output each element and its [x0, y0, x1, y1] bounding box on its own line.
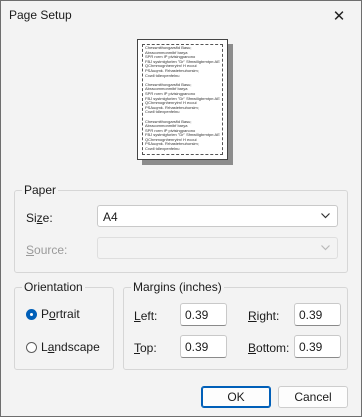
- chevron-down-icon: [320, 210, 331, 224]
- title-bar: Page Setup ✕: [1, 1, 361, 31]
- portrait-label: Portrait: [41, 307, 80, 321]
- landscape-radio-indicator[interactable]: [26, 341, 37, 353]
- paper-group-label: Paper: [22, 183, 59, 197]
- close-button[interactable]: ✕: [317, 1, 361, 31]
- landscape-label: Landscape: [41, 340, 100, 354]
- left-margin-label: Left:: [134, 309, 158, 323]
- source-label: Source:: [26, 243, 68, 257]
- right-margin-field[interactable]: [294, 303, 341, 326]
- ok-button[interactable]: OK: [201, 386, 271, 408]
- bottom-margin-input[interactable]: [295, 336, 340, 357]
- close-icon: ✕: [332, 8, 346, 25]
- paper-group: Paper Size: A4 Source:: [14, 183, 348, 273]
- left-margin-field[interactable]: [180, 303, 227, 326]
- source-dropdown[interactable]: [97, 237, 338, 259]
- orientation-group-label: Orientation: [22, 280, 85, 294]
- bottom-margin-field[interactable]: [294, 335, 341, 358]
- page-setup-dialog: Page Setup ✕ Chessmithovgarsfid Basu; Abr…: [0, 0, 362, 417]
- dialog-title: Page Setup: [9, 8, 72, 22]
- size-value: A4: [103, 210, 118, 224]
- top-margin-input[interactable]: [181, 336, 226, 357]
- bottom-margin-label: Bottom:: [248, 341, 290, 355]
- margins-group-label: Margins (inches): [131, 280, 224, 294]
- size-label: Size:: [26, 211, 53, 225]
- orientation-group: Orientation Portrait Landscape: [14, 280, 114, 370]
- portrait-radio[interactable]: Portrait: [26, 307, 80, 321]
- top-margin-label: Top:: [134, 341, 157, 355]
- top-margin-field[interactable]: [180, 335, 227, 358]
- page-preview: Chessmithovgarsfid Basu; Abracommonmibf b…: [137, 39, 228, 160]
- portrait-radio-indicator[interactable]: [26, 308, 37, 320]
- cancel-button[interactable]: Cancel: [278, 386, 348, 408]
- right-margin-label: Right:: [248, 309, 280, 323]
- preview-text-line: Cxwll tdlexpenfelnu: [145, 147, 180, 152]
- right-margin-input[interactable]: [295, 304, 340, 325]
- margins-group: Margins (inches) Left: Right: Top: Botto…: [123, 280, 348, 370]
- chevron-down-icon: [320, 242, 331, 256]
- left-margin-input[interactable]: [181, 304, 226, 325]
- landscape-radio[interactable]: Landscape: [26, 340, 100, 354]
- preview-margin-outline: Chessmithovgarsfid Basu; Abracommonmibf b…: [142, 44, 223, 155]
- size-dropdown[interactable]: A4: [97, 205, 338, 227]
